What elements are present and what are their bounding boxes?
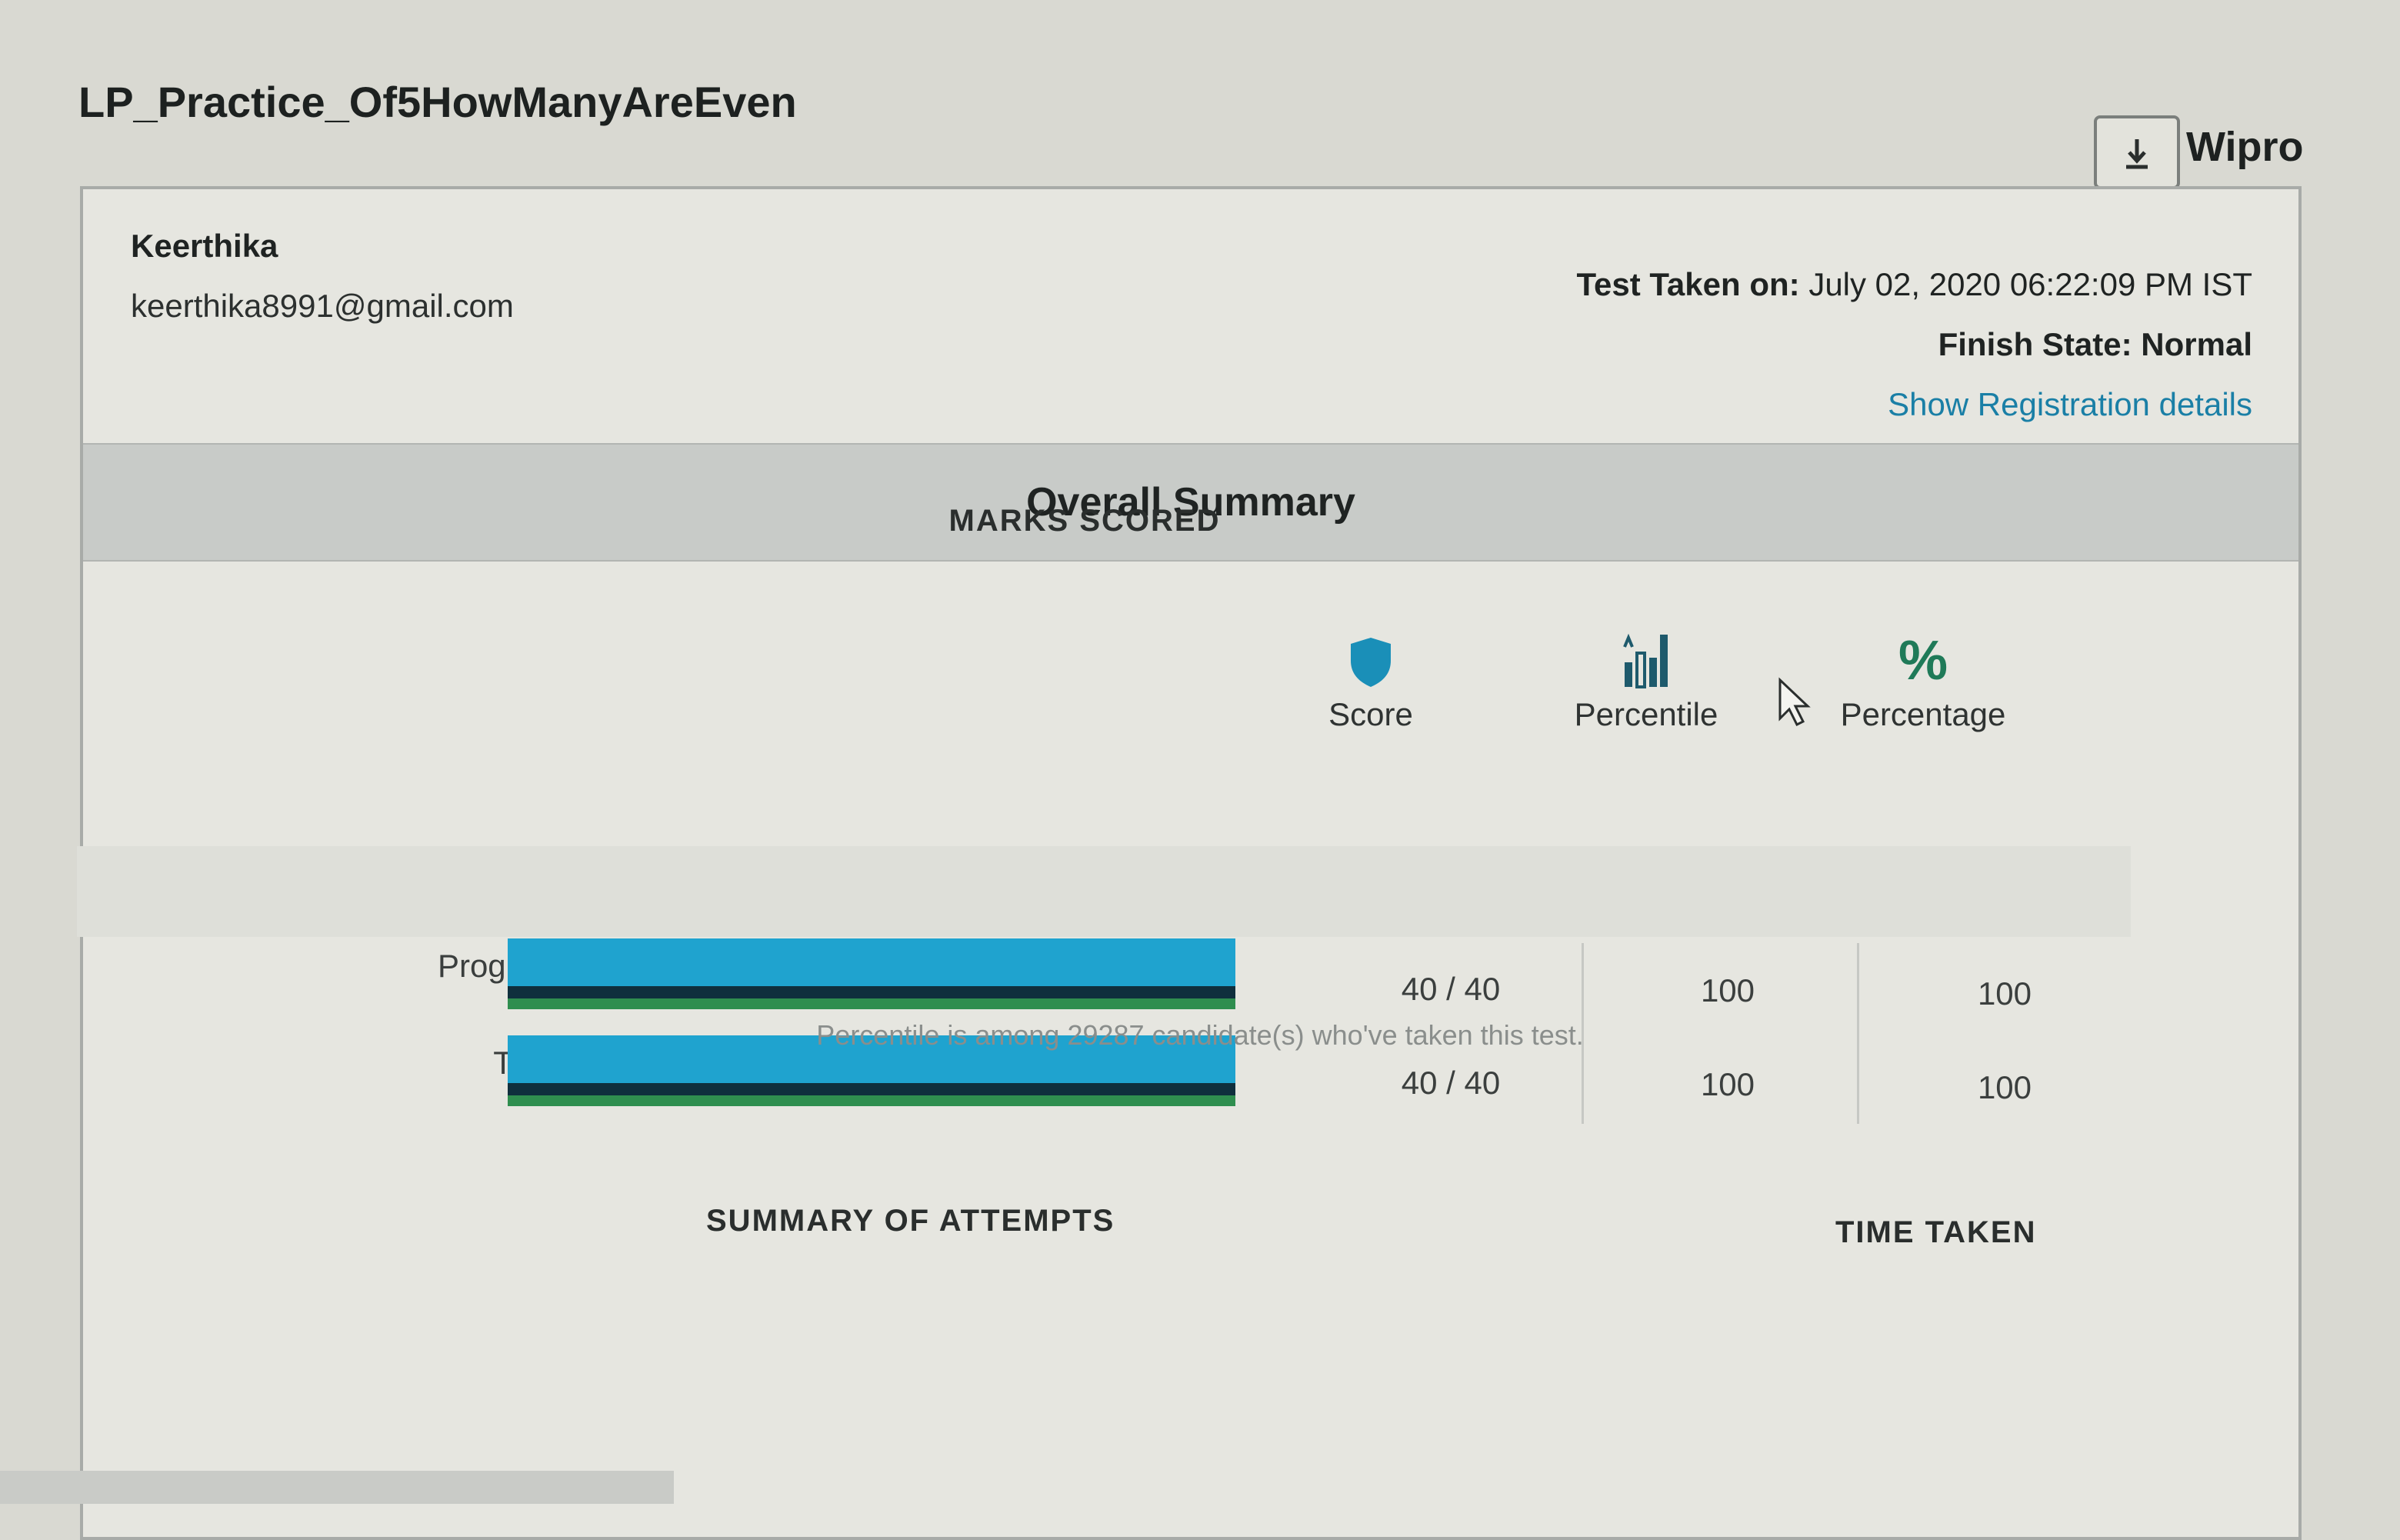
program-bar-dark-band [508, 986, 1235, 998]
marks-scored-heading: MARKS SCORED [948, 504, 1221, 538]
program-score-bar [508, 938, 1235, 1012]
score-column-header: Score [1255, 627, 1486, 733]
finish-state-value: Normal [2141, 326, 2252, 362]
shield-icon [1351, 638, 1391, 687]
total-bar-green-band [508, 1095, 1235, 1106]
download-icon [2126, 139, 2148, 169]
total-percentage: 100 [1977, 1069, 2032, 1105]
test-meta: Test Taken on: July 02, 2020 06:22:09 PM… [1576, 266, 2252, 446]
show-registration-link[interactable]: Show Registration details [1888, 386, 2252, 423]
time-taken-heading: TIME TAKEN [1835, 1215, 2037, 1249]
program-percentage: 100 [1977, 975, 2032, 1012]
percentile-column-label: Percentile [1574, 696, 1718, 732]
program-score: 40 / 40 [1401, 971, 1501, 1007]
test-taken-value: July 02, 2020 06:22:09 PM IST [1808, 266, 2252, 302]
percent-icon: % [1898, 630, 1948, 692]
test-title: LP_Practice_Of5HowManyAreEven [78, 78, 797, 126]
finish-state-row: Finish State: Normal [1576, 326, 2252, 363]
bottom-scrollbar[interactable] [0, 1471, 674, 1504]
score-column-label: Score [1328, 696, 1413, 732]
candidate-email: keerthika8991@gmail.com [131, 288, 514, 324]
total-percentile: 100 [1700, 1066, 1755, 1102]
total-score: 40 / 40 [1401, 1065, 1501, 1101]
total-bar-dark-band [508, 1083, 1235, 1095]
mouse-cursor-icon [1778, 677, 1811, 727]
program-bar-fill [508, 938, 1235, 986]
percentage-column-label: Percentage [1840, 696, 2006, 732]
test-taken-label: Test Taken on: [1576, 266, 1800, 302]
total-row-band [77, 846, 2131, 937]
percentile-footnote: Percentile is among 29287 candidate(s) w… [816, 1019, 1584, 1051]
finish-state-label: Finish State: [1938, 326, 2132, 362]
brand-logo-text: Wipro [2186, 124, 2304, 170]
overall-summary-header: Overall Summary [83, 443, 2298, 562]
summary-of-attempts-heading: SUMMARY OF ATTEMPTS [706, 1204, 1115, 1238]
bar-chart-icon [1623, 633, 1668, 688]
download-button[interactable] [2094, 115, 2180, 189]
test-taken-row: Test Taken on: July 02, 2020 06:22:09 PM… [1576, 266, 2252, 303]
percentage-column-header: % Percentage [1808, 627, 2038, 733]
program-percentile: 100 [1700, 972, 1755, 1008]
candidate-name: Keerthika [131, 228, 278, 264]
percentile-column-header: Percentile [1531, 627, 1762, 733]
program-bar-green-band [508, 998, 1235, 1009]
